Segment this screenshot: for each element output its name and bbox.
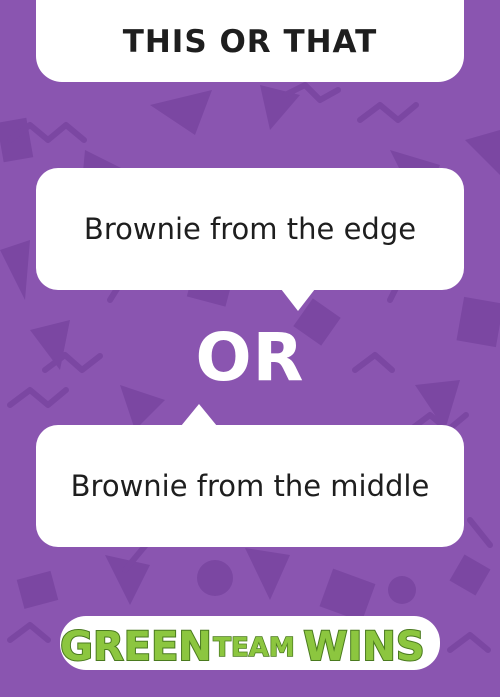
- option-b-bubble-tail: [181, 404, 217, 426]
- option-b-text: Brownie from the middle: [70, 469, 430, 503]
- logo-word-wins: WINS: [303, 624, 424, 670]
- or-connector: OR: [195, 319, 305, 396]
- option-a-bubble: Brownie from the edge: [36, 168, 464, 290]
- logo-word-green: GREEN: [60, 624, 212, 670]
- option-a-text: Brownie from the edge: [83, 212, 417, 246]
- card-title: THIS OR THAT: [122, 24, 378, 60]
- option-a-bubble-tail: [281, 289, 315, 311]
- title-card: THIS OR THAT: [36, 0, 464, 82]
- green-team-wins-logo: GREEN TEAM WINS: [59, 616, 440, 671]
- option-b-bubble: Brownie from the middle: [36, 425, 464, 547]
- logo-word-team: TEAM: [213, 633, 295, 663]
